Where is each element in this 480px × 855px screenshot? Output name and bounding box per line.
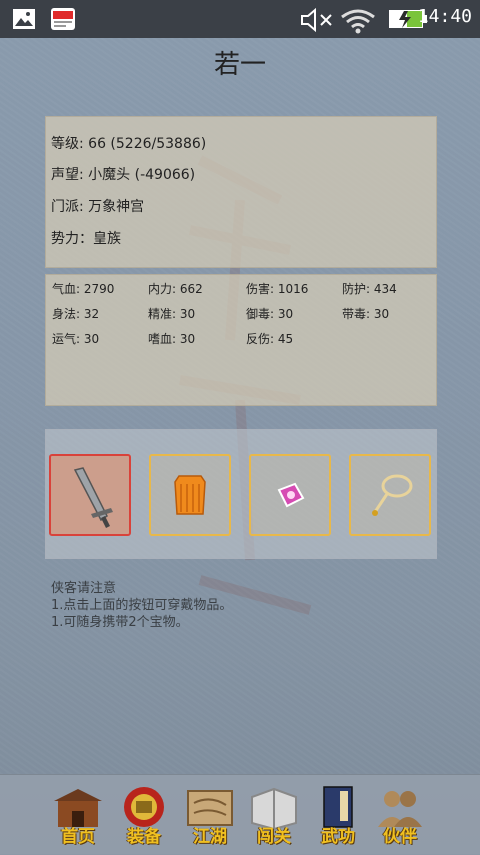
notice-line-1: 1.点击上面的按钮可穿戴物品。 [51,598,233,613]
nav-item-challenge[interactable]: 闯关 [246,783,302,847]
stat-bloodthirst: 嗜血: 30 [148,332,196,346]
gem-icon [277,482,305,508]
equipment-slot-weapon[interactable] [49,454,131,536]
level-text: 等级: 66 (5226/53886) [51,136,207,152]
stat-agility: 身法: 32 [52,307,100,321]
nav-label-jianghu: 江湖 [193,827,227,847]
bottom-nav: 首页 装备 江湖 闯关 武功 伙伴 [0,774,480,855]
stat-luck: 运气: 30 [52,332,100,346]
necklace-icon [372,474,413,516]
equipment-panel [45,429,437,559]
page-title: 若一 [213,50,266,80]
stat-damage: 伤害: 1016 [246,282,309,296]
stat-poison: 带毒: 30 [342,307,390,321]
status-bar: 14:40 [0,0,480,38]
character-info-panel: 等级: 66 (5226/53886) 声望: 小魔头 (-49066) 门派:… [45,116,437,268]
equipment-slot-treasure-1[interactable] [249,454,331,536]
mute-icon [301,7,332,33]
sect-text: 门派: 万象神宫 [51,199,145,215]
gallery-icon [13,9,35,29]
equipment-slot-treasure-2[interactable] [349,454,431,536]
stat-hp: 气血: 2790 [52,282,115,296]
news-app-icon [51,8,75,30]
notice-title: 侠客请注意 [51,581,117,596]
faction-text: 势力：皇族 [51,231,121,247]
notice-line-2: 1.可随身携带2个宝物。 [51,615,189,630]
nav-item-partners[interactable]: 伙伴 [372,783,428,847]
stat-mp: 内力: 662 [148,282,203,296]
stats-panel: 气血: 2790 内力: 662 伤害: 1016 防护: 434 身法: 32… [45,274,437,406]
stat-reflect: 反伤: 45 [246,332,294,346]
notice-text: 侠客请注意 1.点击上面的按钮可穿戴物品。 1.可随身携带2个宝物。 [51,580,232,631]
nav-item-home[interactable]: 首页 [50,783,106,847]
sword-icon [73,467,113,528]
equipment-slot-armor[interactable] [149,454,231,536]
nav-item-jianghu[interactable]: 江湖 [182,783,238,847]
reputation-text: 声望: 小魔头 (-49066) [51,167,196,183]
nav-label-home: 首页 [61,827,95,847]
armor-icon [174,475,206,515]
nav-label-partners: 伙伴 [383,827,417,847]
stat-defense: 防护: 434 [342,282,397,296]
stat-accuracy: 精准: 30 [148,307,196,321]
nav-label-challenge: 闯关 [257,827,291,847]
status-time: 14:40 [417,6,472,27]
nav-item-equipment[interactable]: 装备 [116,783,172,847]
nav-label-equipment: 装备 [127,827,161,847]
wifi-icon [341,9,375,34]
stat-poison-resist: 御毒: 30 [246,307,294,321]
nav-item-martial-arts[interactable]: 武功 [310,783,366,847]
nav-label-martial-arts: 武功 [321,827,355,847]
